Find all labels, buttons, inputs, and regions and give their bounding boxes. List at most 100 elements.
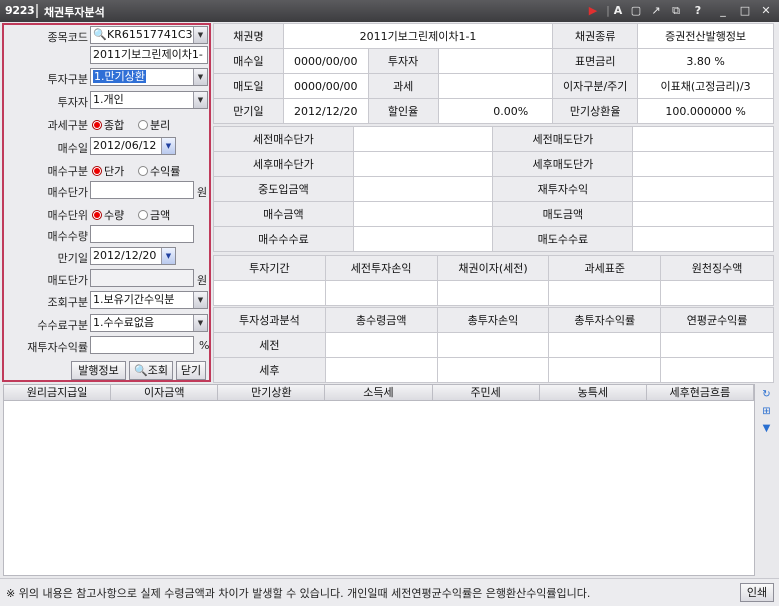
bond-kind-value: 증권전산발행정보 bbox=[637, 23, 774, 49]
price-table: 세전매수단가 세전매도단가 세후매수단가 세후매도단가 중도입금액 재투자수익 매수금… bbox=[213, 126, 774, 252]
column-header: 세전투자손익 bbox=[324, 255, 438, 281]
minimize-icon[interactable]: _ bbox=[715, 3, 731, 19]
column-header: 투자성과분석 bbox=[213, 307, 326, 333]
column-header: 투자기간 bbox=[213, 255, 326, 281]
taxation-value bbox=[437, 73, 554, 99]
unit-radio-amount[interactable]: 금액 bbox=[138, 207, 170, 223]
table-row: 채권명 2011기보그린제이차1-1 채권종류 증권전산발행정보 bbox=[213, 23, 774, 49]
buy-type-label: 매수구분 bbox=[47, 165, 88, 178]
column-header[interactable]: 원리금지급일 bbox=[4, 385, 112, 400]
column-header: 원천징수액 bbox=[660, 255, 774, 281]
percent-unit: % bbox=[199, 339, 210, 352]
column-header[interactable]: 만기상환 bbox=[218, 385, 326, 400]
price-value bbox=[632, 151, 774, 177]
price-label: 세후매수단가 bbox=[213, 151, 354, 177]
print-button[interactable]: 인쇄 bbox=[740, 583, 774, 602]
performance-table: 투자성과분석 총수령금액 총투자손익 총투자수익률 연평균수익률 세전 세후 bbox=[213, 307, 774, 383]
close-button[interactable]: 닫기 bbox=[176, 361, 206, 380]
font-icon[interactable]: A bbox=[610, 3, 626, 19]
chevron-down-icon[interactable]: ▼ bbox=[193, 92, 207, 108]
tax-radio-separate[interactable]: 분리 bbox=[138, 117, 170, 133]
maturity-label: 만기일 bbox=[213, 98, 284, 124]
buy-qty-field[interactable] bbox=[90, 225, 194, 243]
maturity-field[interactable]: 2012/12/20 ▼ bbox=[90, 247, 176, 265]
add-icon[interactable]: ⊞ bbox=[760, 405, 773, 418]
price-value bbox=[632, 126, 774, 152]
row-header: 세후 bbox=[213, 357, 326, 383]
coupon-rate-label: 표면금리 bbox=[552, 48, 639, 74]
reinvest-field[interactable] bbox=[90, 336, 194, 354]
close-icon[interactable]: ✕ bbox=[758, 3, 774, 19]
fee-type-select[interactable]: 1.수수료없음 ▼ bbox=[90, 314, 208, 332]
column-header: 과세표준 bbox=[548, 255, 662, 281]
refresh-icon[interactable]: ↻ bbox=[760, 388, 773, 401]
price-value bbox=[632, 176, 774, 202]
price-value bbox=[352, 151, 494, 177]
buy-qty-label: 매수수량 bbox=[47, 230, 88, 243]
buy-date-label: 매수일 bbox=[57, 142, 88, 155]
reinvest-label: 재투자수익률 bbox=[27, 341, 88, 354]
item-code-field[interactable]: 🔍KR61517741C3 ▼ bbox=[90, 26, 208, 44]
buy-price-label: 매수단가 bbox=[47, 186, 88, 199]
scroll-down-icon[interactable]: ▼ bbox=[760, 422, 773, 435]
column-header[interactable]: 세후현금흐름 bbox=[647, 385, 754, 400]
issue-info-button[interactable]: 발행정보 bbox=[71, 361, 126, 380]
tax-type-label: 과세구분 bbox=[47, 119, 88, 132]
price-label: 매수금액 bbox=[213, 201, 354, 227]
investor-value bbox=[437, 48, 554, 74]
chevron-down-icon[interactable]: ▼ bbox=[193, 315, 207, 331]
discount-rate-value: 0.00% bbox=[437, 98, 554, 124]
calendar-dropdown-icon[interactable]: ▼ bbox=[161, 248, 175, 264]
column-header[interactable]: 이자금액 bbox=[111, 385, 219, 400]
sell-price-label: 매도단가 bbox=[47, 274, 88, 287]
cashflow-grid-body[interactable] bbox=[3, 401, 755, 576]
won-unit: 원 bbox=[197, 274, 208, 287]
column-header[interactable]: 주민세 bbox=[433, 385, 540, 400]
inquiry-type-label: 조회구분 bbox=[47, 296, 88, 309]
calendar-dropdown-icon[interactable]: ▼ bbox=[161, 138, 175, 154]
column-header[interactable]: 농특세 bbox=[540, 385, 647, 400]
input-panel: 종목코드 🔍KR61517741C3 ▼ 2011기보그린제이차1- 투자구분 … bbox=[2, 23, 211, 382]
column-header: 연평균수익률 bbox=[660, 307, 774, 333]
table-row: 중도입금액 재투자수익 bbox=[213, 176, 774, 202]
unit-radio-qty[interactable]: 수량 bbox=[92, 207, 124, 223]
table-row bbox=[213, 280, 774, 306]
popout-icon[interactable]: ↗ bbox=[648, 3, 664, 19]
buy-price-field[interactable] bbox=[90, 181, 194, 199]
maturity-label: 만기일 bbox=[57, 252, 88, 265]
restore-icon[interactable]: ⧉ bbox=[668, 3, 684, 19]
buy-unit-label: 매수단위 bbox=[47, 209, 88, 222]
buy-radio-price[interactable]: 단가 bbox=[92, 163, 124, 179]
item-code-label: 종목코드 bbox=[47, 31, 88, 44]
row-header: 세전 bbox=[213, 332, 326, 358]
price-value bbox=[352, 126, 494, 152]
coupon-rate-value: 3.80 % bbox=[637, 48, 774, 74]
buy-date-label: 매수일 bbox=[213, 48, 284, 74]
maximize-icon[interactable]: □ bbox=[737, 3, 753, 19]
table-row: 세후 bbox=[213, 357, 774, 383]
sell-date-value: 0000/00/00 bbox=[282, 73, 369, 99]
search-button[interactable]: 🔍조회 bbox=[129, 361, 173, 380]
column-header[interactable]: 소득세 bbox=[325, 385, 433, 400]
cashflow-grid-header: 원리금지급일 이자금액 만기상환 소득세 주민세 농특세 세후현금흐름 bbox=[3, 384, 755, 401]
price-label: 매도금액 bbox=[492, 201, 634, 227]
invest-type-select[interactable]: 1.만기상환 ▼ bbox=[90, 68, 208, 86]
buy-radio-yield[interactable]: 수익률 bbox=[138, 163, 180, 179]
item-name-field[interactable]: 2011기보그린제이차1- bbox=[90, 46, 208, 64]
help-icon[interactable]: ? bbox=[690, 3, 706, 19]
play-icon[interactable]: ▶ bbox=[585, 3, 601, 19]
search-icon[interactable]: 🔍 bbox=[93, 27, 107, 43]
chevron-down-icon[interactable]: ▼ bbox=[193, 27, 207, 43]
buy-date-field[interactable]: 2012/06/12 ▼ bbox=[90, 137, 176, 155]
chevron-down-icon[interactable]: ▼ bbox=[193, 69, 207, 85]
sell-price-field[interactable] bbox=[90, 269, 194, 287]
tax-radio-combined[interactable]: 종합 bbox=[92, 117, 124, 133]
window-icon[interactable]: ▢ bbox=[628, 3, 644, 19]
price-label: 세전매수단가 bbox=[213, 126, 354, 152]
investor-select[interactable]: 1.개인 ▼ bbox=[90, 91, 208, 109]
inquiry-type-select[interactable]: 1.보유기간수익분 ▼ bbox=[90, 291, 208, 309]
fee-type-label: 수수료구분 bbox=[37, 319, 88, 332]
chevron-down-icon[interactable]: ▼ bbox=[193, 292, 207, 308]
price-label: 중도입금액 bbox=[213, 176, 354, 202]
table-row: 매수수수료 매도수수료 bbox=[213, 226, 774, 252]
